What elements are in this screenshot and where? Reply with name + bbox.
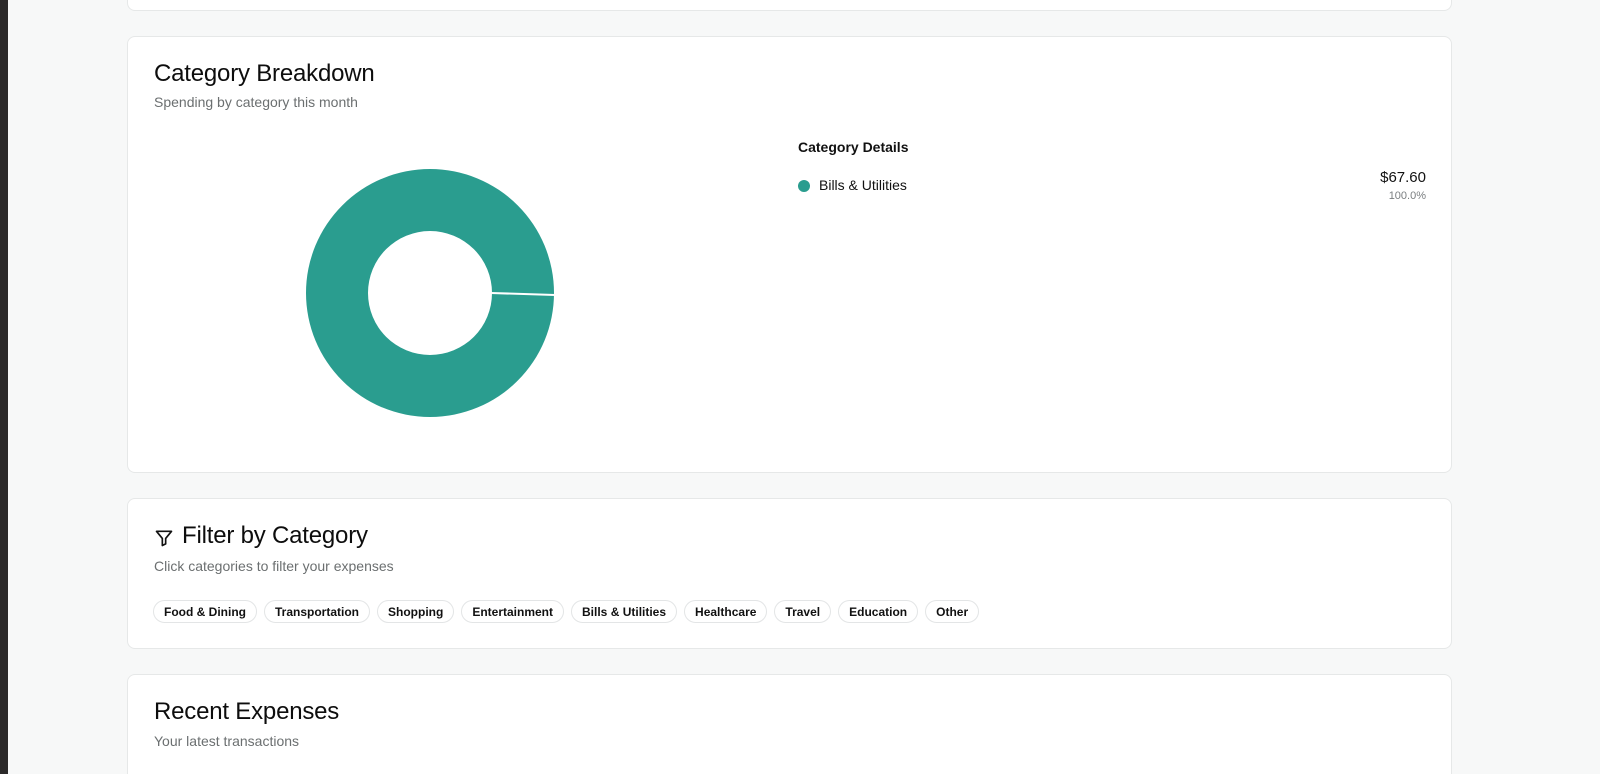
category-breakdown-title: Category Breakdown	[154, 60, 375, 87]
category-breakdown-card: Category Breakdown Spending by category …	[127, 36, 1452, 473]
recent-expenses-card: Recent Expenses Your latest transactions	[127, 674, 1452, 774]
donut-chart	[302, 165, 558, 421]
chip-shopping[interactable]: Shopping	[377, 600, 455, 623]
chip-bills-utilities[interactable]: Bills & Utilities	[571, 600, 678, 623]
category-detail-percent: 100.0%	[1388, 190, 1426, 202]
chip-travel[interactable]: Travel	[774, 600, 832, 623]
category-chips: Food & Dining Transportation Shopping En…	[153, 600, 980, 623]
donut-chart-svg	[306, 169, 556, 417]
category-details-heading: Category Details	[798, 139, 909, 155]
filter-icon	[154, 528, 174, 548]
chip-healthcare[interactable]: Healthcare	[684, 600, 768, 623]
filter-subtitle: Click categories to filter your expenses	[154, 558, 394, 574]
category-detail-amount: $67.60	[1380, 169, 1426, 186]
recent-expenses-title: Recent Expenses	[154, 698, 340, 725]
chip-entertainment[interactable]: Entertainment	[461, 600, 565, 623]
chip-other[interactable]: Other	[925, 600, 980, 623]
chip-food-dining[interactable]: Food & Dining	[153, 600, 257, 623]
chip-education[interactable]: Education	[838, 600, 919, 623]
recent-expenses-subtitle: Your latest transactions	[154, 733, 300, 749]
category-detail-row: Bills & Utilities $67.60 100.0%	[798, 168, 1426, 208]
window-edge	[0, 0, 8, 774]
category-detail-label: Bills & Utilities	[819, 177, 907, 193]
main-content[interactable]: Category Breakdown Spending by category …	[8, 0, 1600, 774]
category-breakdown-subtitle: Spending by category this month	[154, 94, 358, 110]
filter-by-category-card: Filter by Category Click categories to f…	[127, 498, 1452, 649]
filter-title: Filter by Category	[182, 522, 368, 549]
previous-card	[127, 0, 1452, 11]
chip-transportation[interactable]: Transportation	[263, 600, 370, 623]
category-color-dot	[798, 180, 810, 192]
